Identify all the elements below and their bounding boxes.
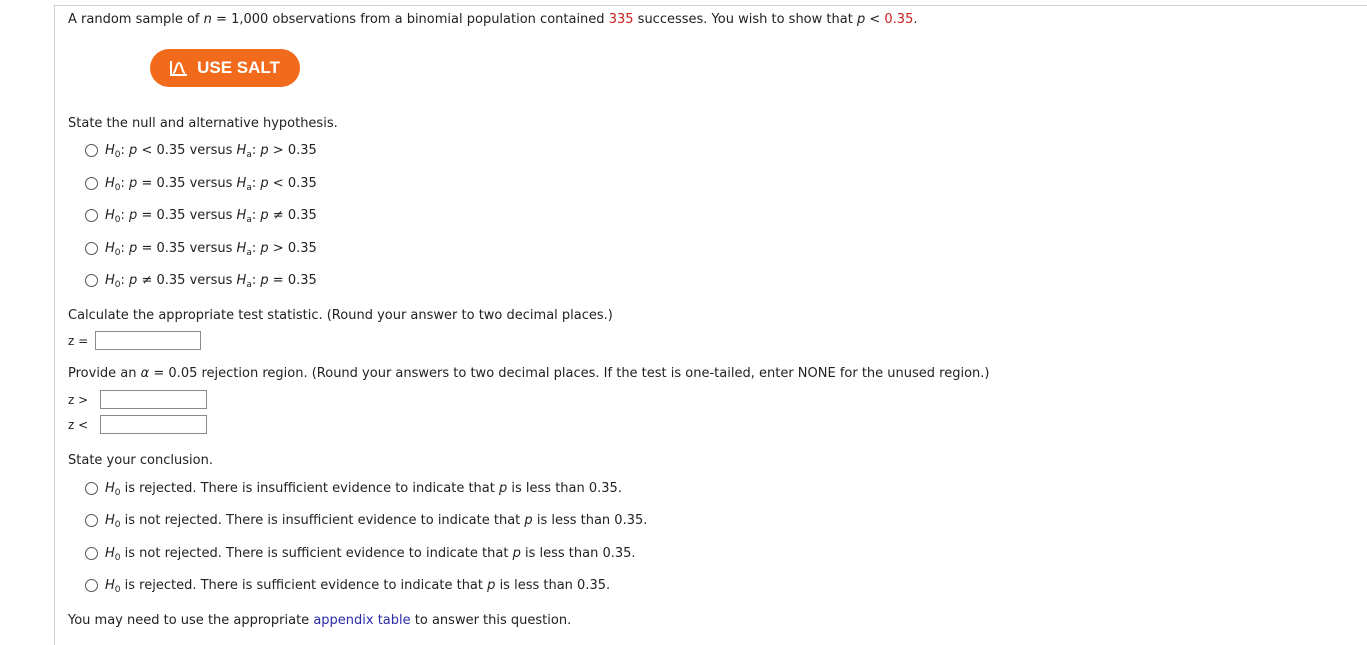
use-salt-label: USE SALT — [197, 58, 280, 77]
successes-value: 335 — [608, 12, 634, 27]
lower-rejection-input[interactable] — [100, 415, 207, 434]
radio-button[interactable] — [85, 273, 98, 287]
alpha-symbol: α — [140, 366, 150, 381]
conclusion-option-3[interactable]: H0 is not rejected. There is sufficient … — [85, 544, 636, 562]
n-variable: n — [203, 12, 212, 27]
footer-text: to answer this question. — [414, 613, 572, 628]
appendix-table-link[interactable]: appendix table — [313, 613, 410, 628]
relation-symbol: < — [869, 12, 881, 27]
upper-rejection-input[interactable] — [100, 390, 207, 409]
conclusion-text: H0 is rejected. There is sufficient evid… — [105, 577, 611, 595]
hypothesis-option-4[interactable]: H0: p = 0.35 versus Ha: p > 0.35 — [85, 239, 317, 257]
footer-text: You may need to use the appropriate — [68, 613, 310, 628]
conclusion-option-2[interactable]: H0 is not rejected. There is insufficien… — [85, 511, 647, 529]
test-statistic-input[interactable] — [95, 331, 201, 350]
radio-button[interactable] — [85, 176, 98, 190]
conclusion-option-4[interactable]: H0 is rejected. There is sufficient evid… — [85, 576, 610, 594]
p-value: 0.35 — [884, 12, 914, 27]
z-equals-label: z = — [68, 334, 89, 348]
period: . — [913, 12, 918, 27]
hypothesis-option-1[interactable]: H0: p < 0.35 versus Ha: p > 0.35 — [85, 141, 317, 159]
hypothesis-option-2[interactable]: H0: p = 0.35 versus Ha: p < 0.35 — [85, 174, 317, 192]
hypothesis-option-3[interactable]: H0: p = 0.35 versus Ha: p ≠ 0.35 — [85, 206, 317, 224]
radio-button[interactable] — [85, 143, 98, 157]
z-less-label: z < — [68, 418, 89, 432]
rejection-prompt: Provide an α = 0.05 rejection region. (R… — [68, 366, 990, 381]
rejection-text: Provide an — [68, 366, 137, 381]
footer-note: You may need to use the appropriate appe… — [68, 613, 571, 628]
radio-button[interactable] — [85, 513, 98, 527]
radio-button[interactable] — [85, 481, 98, 495]
radio-button[interactable] — [85, 546, 98, 560]
hypothesis-text: H0: p = 0.35 versus Ha: p ≠ 0.35 — [105, 207, 317, 225]
use-salt-button[interactable]: USE SALT — [150, 49, 300, 87]
p-variable: p — [856, 12, 866, 27]
problem-text: A random sample of — [68, 12, 200, 27]
hypothesis-prompt: State the null and alternative hypothesi… — [68, 116, 338, 131]
rejection-text: = 0.05 rejection region. (Round your ans… — [153, 366, 990, 381]
conclusion-option-1[interactable]: H0 is rejected. There is insufficient ev… — [85, 479, 622, 497]
hypothesis-option-5[interactable]: H0: p ≠ 0.35 versus Ha: p = 0.35 — [85, 271, 317, 289]
problem-text: successes. You wish to show that — [637, 12, 853, 27]
z-greater-label: z > — [68, 393, 89, 407]
conclusion-text: H0 is not rejected. There is insufficien… — [105, 512, 648, 530]
problem-text: = 1,000 observations from a binomial pop… — [216, 12, 605, 27]
radio-button[interactable] — [85, 241, 98, 255]
problem-statement: A random sample of n = 1,000 observation… — [68, 12, 918, 27]
hypothesis-text: H0: p < 0.35 versus Ha: p > 0.35 — [105, 142, 317, 160]
salt-chart-icon — [170, 61, 188, 76]
hypothesis-text: H0: p ≠ 0.35 versus Ha: p = 0.35 — [105, 272, 317, 290]
conclusion-text: H0 is not rejected. There is sufficient … — [105, 545, 636, 563]
radio-button[interactable] — [85, 578, 98, 592]
radio-button[interactable] — [85, 208, 98, 222]
hypothesis-text: H0: p = 0.35 versus Ha: p > 0.35 — [105, 240, 317, 258]
test-statistic-prompt: Calculate the appropriate test statistic… — [68, 308, 613, 323]
hypothesis-text: H0: p = 0.35 versus Ha: p < 0.35 — [105, 175, 317, 193]
conclusion-prompt: State your conclusion. — [68, 453, 213, 468]
conclusion-text: H0 is rejected. There is insufficient ev… — [105, 480, 622, 498]
